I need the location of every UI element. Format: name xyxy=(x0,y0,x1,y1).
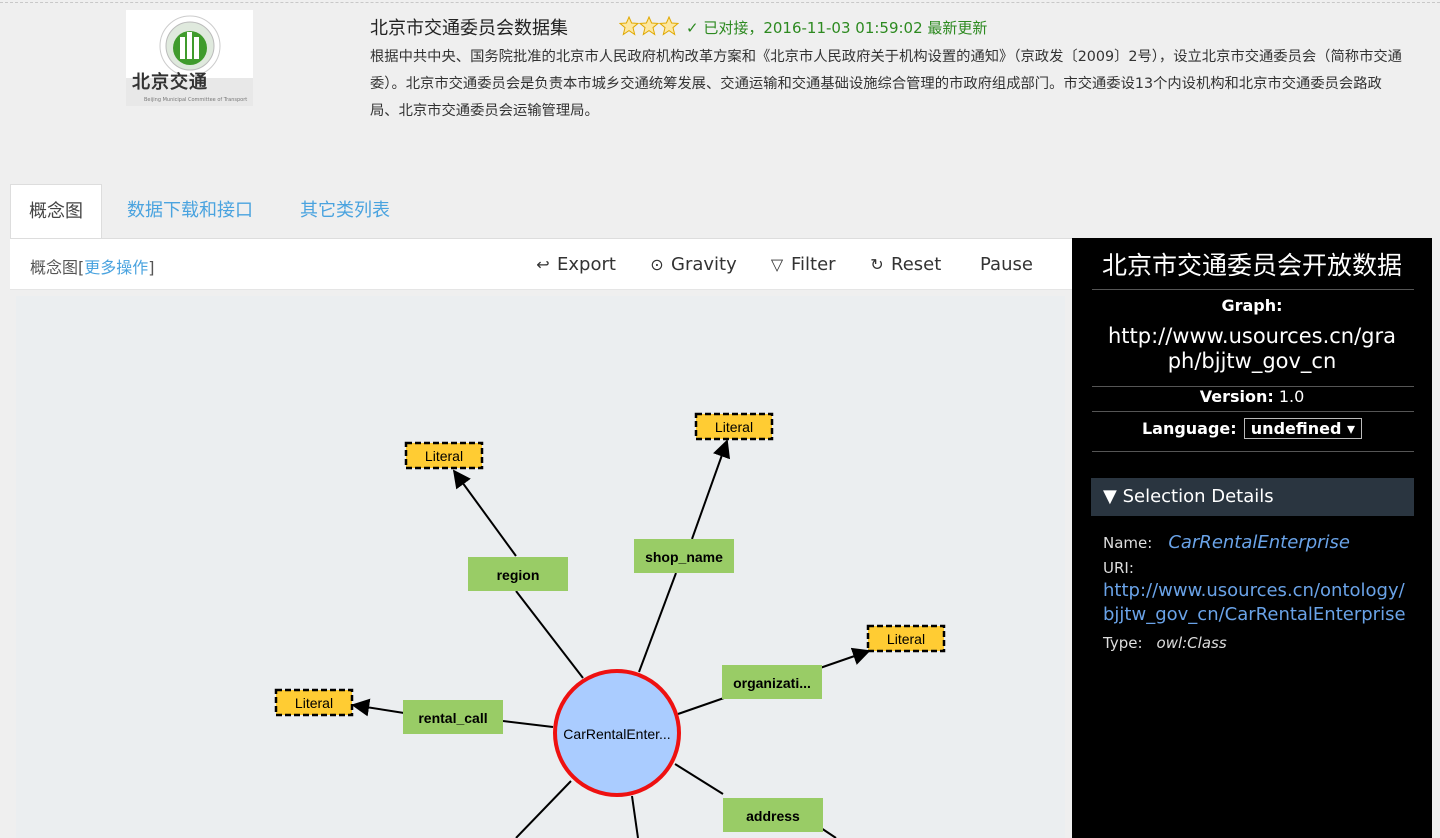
edge-line xyxy=(819,647,871,669)
dataset-description: 根据中共中央、国务院批准的北京市人民政府机构改革方案和《北京市人民政府关于机构设… xyxy=(370,49,1402,119)
reset-icon: ↻ xyxy=(870,255,884,274)
edge-line xyxy=(515,590,584,679)
filter-label: Filter xyxy=(791,254,836,275)
class-node-carrentalenterprise[interactable]: CarRentalEnter... xyxy=(553,669,681,797)
star-icon xyxy=(659,16,679,36)
language-select[interactable]: undefined ▾ xyxy=(1243,418,1363,439)
reset-button[interactable]: ↻ Reset xyxy=(868,254,941,275)
panel-title: 北京市交通委员会开放数据 xyxy=(1101,251,1402,280)
info-panel: 北京市交通委员会开放数据 Graph: http://www.usources.… xyxy=(1072,238,1432,838)
literal-label: Literal xyxy=(425,448,463,464)
rating-stars xyxy=(619,16,679,36)
toolbar-label: 概念图 xyxy=(30,258,79,277)
gravity-button[interactable]: ⊙ Gravity xyxy=(648,254,737,275)
literal-label: Literal xyxy=(887,631,925,647)
version-row: Version: 1.0 xyxy=(1072,387,1432,406)
edge-line xyxy=(452,469,517,557)
more-actions-link[interactable]: 更多操作 xyxy=(84,258,148,277)
property-node-address[interactable]: address xyxy=(723,798,823,832)
literal-label: Literal xyxy=(715,419,753,435)
toolbar-title: 概念图[更多操作] xyxy=(30,258,155,277)
type-label: Type: xyxy=(1103,634,1143,652)
dataset-title: 北京市交通委员会数据集 xyxy=(370,18,568,39)
selection-type-row: Type: owl:Class xyxy=(1103,634,1227,652)
tab-download-api[interactable]: 数据下载和接口 xyxy=(109,184,271,238)
literal-label: Literal xyxy=(295,695,333,711)
edge-line xyxy=(677,697,725,715)
star-icon xyxy=(619,16,639,36)
reset-label: Reset xyxy=(891,254,942,275)
language-label: Language: xyxy=(1141,419,1237,438)
tab-concept-map[interactable]: 概念图 xyxy=(10,184,102,238)
selection-name-row: Name: CarRentalEnterprise xyxy=(1103,532,1350,553)
concept-graph-canvas[interactable]: Literal Literal Literal Literal region s… xyxy=(16,296,1065,838)
tab-bar: 概念图 数据下载和接口 其它类列表 xyxy=(10,184,1072,238)
selection-uri-link[interactable]: http://www.usources.cn/ontology/bjjtw_go… xyxy=(1103,579,1413,627)
export-button[interactable]: ↩ Export xyxy=(534,254,616,275)
version-value: 1.0 xyxy=(1278,387,1305,406)
edge-line xyxy=(631,795,639,838)
property-label: address xyxy=(746,808,800,824)
logo-text: 北京交通 xyxy=(132,72,208,93)
graph-toolbar: 概念图[更多操作] ↩ Export ⊙ Gravity ▽ Filter ↻ Rese… xyxy=(10,238,1072,290)
edge-line xyxy=(638,572,677,673)
graph-label: Graph: xyxy=(1221,296,1283,315)
sync-status: ✓ 已对接，2016-11-03 01:59:02 最新更新 xyxy=(686,19,988,37)
property-node-shop-name[interactable]: shop_name xyxy=(634,539,734,573)
chevron-down-icon: ▾ xyxy=(1347,419,1356,438)
dataset-logo: 北京交通 Beijing Municipal Committee of Tran… xyxy=(126,10,253,106)
property-node-region[interactable]: region xyxy=(468,557,568,591)
export-label: Export xyxy=(557,254,616,275)
edge-line xyxy=(502,720,554,728)
literal-node[interactable]: Literal xyxy=(866,624,946,653)
filter-icon: ▽ xyxy=(770,255,784,274)
property-node-rental-call[interactable]: rental_call xyxy=(403,700,503,734)
filter-button[interactable]: ▽ Filter xyxy=(768,254,836,275)
edge-line xyxy=(351,698,405,717)
edge-line xyxy=(515,780,572,838)
divider xyxy=(1092,451,1414,452)
gravity-label: Gravity xyxy=(671,254,737,275)
selection-details-header[interactable]: ▼ Selection Details xyxy=(1091,478,1414,516)
class-label: CarRentalEnter... xyxy=(563,726,670,742)
selection-type: owl:Class xyxy=(1156,634,1227,652)
graph-uri: http://www.usources.cn/graph/bjjtw_gov_c… xyxy=(1107,324,1397,373)
language-value: undefined xyxy=(1250,419,1342,438)
divider xyxy=(1092,289,1414,290)
selection-name: CarRentalEnterprise xyxy=(1168,532,1350,553)
pause-button[interactable]: Pause xyxy=(980,254,1033,275)
edge-line xyxy=(674,763,724,795)
version-label: Version: xyxy=(1199,387,1274,406)
gravity-icon: ⊙ xyxy=(650,255,664,274)
property-node-organization[interactable]: organizati... xyxy=(722,665,822,699)
export-icon: ↩ xyxy=(536,255,550,274)
name-label: Name: xyxy=(1103,534,1153,552)
edge-line xyxy=(820,827,837,838)
property-label: shop_name xyxy=(645,549,723,565)
star-icon xyxy=(639,16,659,36)
literal-node[interactable]: Literal xyxy=(694,412,774,441)
property-label: organizati... xyxy=(733,675,811,691)
uri-label: URI: xyxy=(1103,559,1134,577)
literal-node[interactable]: Literal xyxy=(404,441,484,470)
property-label: region xyxy=(497,567,540,583)
concept-graph: Literal Literal Literal Literal region s… xyxy=(274,412,946,838)
literal-node[interactable]: Literal xyxy=(274,688,354,717)
edge-line xyxy=(691,439,731,540)
logo-subtext: Beijing Municipal Committee of Transport xyxy=(144,97,248,103)
pause-label: Pause xyxy=(980,254,1033,275)
property-label: rental_call xyxy=(418,710,487,726)
tab-other-class-list[interactable]: 其它类列表 xyxy=(282,184,408,238)
language-row: Language: undefined ▾ xyxy=(1072,418,1432,439)
top-divider xyxy=(0,2,1440,3)
divider xyxy=(1092,411,1414,412)
